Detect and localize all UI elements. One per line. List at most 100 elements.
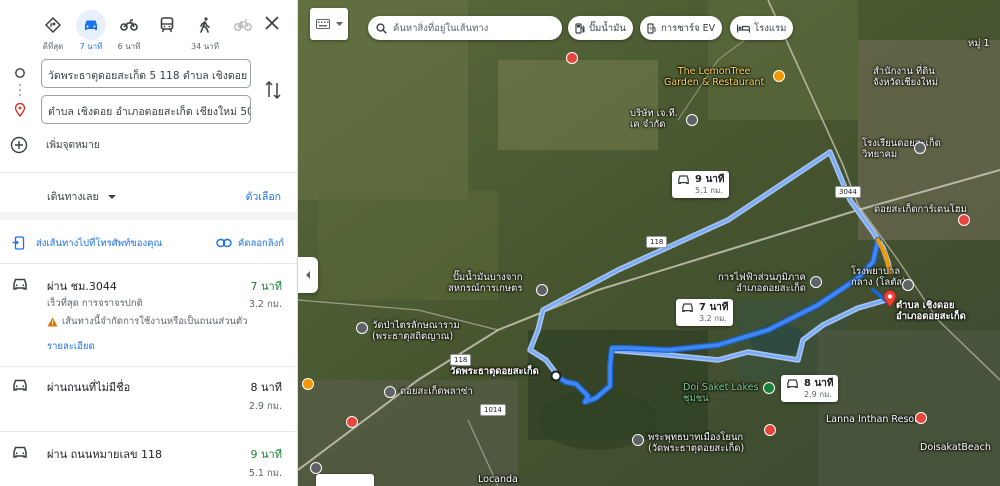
poi-marker[interactable] xyxy=(763,382,775,394)
place-label[interactable]: ปั๊มน้ำมันบางจาก สหกรณ์การเกษตร xyxy=(448,272,522,294)
hotel-icon xyxy=(737,24,750,32)
road-shield: 118 xyxy=(450,354,472,366)
mode-walk-label: 34 นาที xyxy=(191,42,219,51)
mode-transit[interactable] xyxy=(150,10,184,40)
origin-circle-icon xyxy=(15,68,25,78)
walk-icon xyxy=(200,17,210,33)
poi-marker[interactable] xyxy=(914,142,926,154)
place-label[interactable]: Doi Saket Lakes ชุมชน xyxy=(683,382,758,404)
road-shield: 118 xyxy=(646,236,668,248)
place-label[interactable]: พระพุทธบาทเมืองโยนก (วัดพระธาตุดอยสะเก็ด) xyxy=(648,432,744,454)
poi-marker[interactable] xyxy=(958,214,970,226)
close-directions-button[interactable] xyxy=(263,14,281,32)
route-time: 8 นาที xyxy=(250,381,282,394)
chip-hotels[interactable]: โรงแรม xyxy=(730,16,794,40)
route-label-distance: 5.1 กม. xyxy=(695,186,723,195)
mode-bicycle[interactable] xyxy=(226,10,260,40)
place-label[interactable]: Locanda xyxy=(478,474,518,485)
gas-station-icon xyxy=(575,22,585,34)
poi-marker[interactable] xyxy=(915,412,927,424)
car-icon xyxy=(682,303,693,313)
bicycle-icon xyxy=(234,19,252,31)
search-icon xyxy=(376,22,387,34)
link-icon xyxy=(216,238,232,248)
poi-marker[interactable] xyxy=(346,416,358,428)
origin-marker xyxy=(10,63,30,83)
add-destination-button[interactable]: เพิ่มจุดหมาย xyxy=(10,136,100,154)
poi-marker[interactable] xyxy=(686,114,698,126)
poi-marker[interactable] xyxy=(902,279,914,291)
route-label-time: 8 นาที xyxy=(804,378,834,389)
chip-label: โรงแรม xyxy=(754,22,787,34)
poi-marker[interactable] xyxy=(310,462,322,474)
mode-best[interactable]: ดีที่สุด xyxy=(36,10,70,53)
car-icon xyxy=(13,278,27,290)
input-tools-button[interactable] xyxy=(310,8,348,40)
poi-marker[interactable] xyxy=(810,276,822,288)
best-route-icon xyxy=(45,17,61,33)
place-label[interactable]: โรงเรียนดอยสะเก็ด วิทยาคม xyxy=(862,138,941,160)
layers-thumbnail[interactable] xyxy=(316,474,374,486)
place-label[interactable]: การไฟฟ้าส่วนภูมิภาค อำเภอดอยสะเก็ด xyxy=(718,272,806,294)
place-label[interactable]: บริษัท เจ.ที. เค จำกัด xyxy=(630,108,678,130)
poi-marker[interactable] xyxy=(302,378,314,390)
place-label[interactable]: สำนักงาน ที่ดิน จังหวัดเชียงใหม่ xyxy=(873,66,938,88)
swap-endpoints-button[interactable] xyxy=(264,80,282,100)
chip-ev-charging[interactable]: การชาร์จ EV xyxy=(640,16,723,40)
route-label-distance: 3.2 กม. xyxy=(699,314,727,323)
place-label[interactable]: ดอยสะเก็ดพลาซ่า xyxy=(400,386,473,397)
place-label[interactable]: ดอยสะเก็ดการ์เดนโฮม xyxy=(874,204,967,215)
share-row: ส่งเส้นทางไปที่โทรศัพท์ของคุณ คัดลอกลิงก… xyxy=(12,234,284,252)
add-destination-label: เพิ่มจุดหมาย xyxy=(46,139,100,151)
route-label-118[interactable]: 9 นาที 5.1 กม. xyxy=(672,171,730,198)
divider xyxy=(0,263,297,264)
destination-pin-icon xyxy=(14,103,26,117)
poi-marker[interactable] xyxy=(536,284,548,296)
chip-gas-stations[interactable]: ปั๊มน้ำมัน xyxy=(568,16,633,40)
route-option-1[interactable]: ผ่าน ชม.3044 7 นาที เร็วที่สุด การจราจรป… xyxy=(0,277,297,367)
route-option-3[interactable]: ผ่าน ถนนหมายเลข 118 9 นาที 5.1 กม. xyxy=(0,445,297,485)
depart-time-dropdown[interactable]: เดินทางเลย xyxy=(47,188,117,205)
route-details-link[interactable]: รายละเอียด xyxy=(47,339,95,354)
car-icon xyxy=(13,379,27,391)
search-along-route-input[interactable]: ค้นหาสิ่งที่อยู่ในเส้นทาง xyxy=(368,16,562,40)
route-label-unnamed[interactable]: 8 นาที 2.9 กม. xyxy=(781,375,839,402)
mode-motorcycle[interactable]: 6 นาที xyxy=(112,10,146,53)
copy-link-button[interactable]: คัดลอกลิงก์ xyxy=(216,236,284,251)
collapse-panel-button[interactable] xyxy=(298,257,318,293)
destination-label[interactable]: ตำบล เชิงดอย อำเภอดอยสะเก็ด xyxy=(896,300,966,322)
place-label[interactable]: โรงพยาบาล กลาง (โลตัส) xyxy=(851,266,906,288)
map-view[interactable]: ค้นหาสิ่งที่อยู่ในเส้นทาง ปั๊มน้ำมัน การ… xyxy=(298,0,1000,486)
destination-input[interactable]: ตำบล เชิงดอย อำเภอดอยสะเก็ด เชียงใหม่ 50… xyxy=(41,95,251,124)
mode-walk[interactable]: 34 นาที xyxy=(188,10,222,53)
place-label[interactable]: วัดป่าไตรลักษณาราม (พระธาตุสถิตญาณ) xyxy=(372,320,460,342)
route-option-2[interactable]: ผ่านถนนที่ไม่มีชื่อ 8 นาที 2.9 กม. xyxy=(0,378,297,428)
poi-marker[interactable] xyxy=(384,386,396,398)
poi-marker[interactable] xyxy=(773,70,785,82)
poi-marker[interactable] xyxy=(356,322,368,334)
chip-label: การชาร์จ EV xyxy=(661,22,716,34)
options-link[interactable]: ตัวเลือก xyxy=(246,188,281,205)
mode-drive[interactable]: 7 นาที xyxy=(74,10,108,53)
route-label-3044[interactable]: 7 นาที 3.2 กม. xyxy=(676,299,734,326)
place-label[interactable]: DoisakatBeach xyxy=(920,442,991,453)
swap-icon xyxy=(265,80,281,100)
keyboard-icon xyxy=(316,19,330,29)
poi-marker[interactable] xyxy=(632,434,644,446)
origin-label[interactable]: วัดพระธาตุดอยสะเก็ด xyxy=(450,366,539,377)
origin-input[interactable]: วัดพระธาตุดอยสะเก็ด 5 118 ตำบล เชิงดอย อ xyxy=(41,59,251,88)
place-label[interactable]: Lanna Inthan Resort xyxy=(826,414,922,425)
place-label[interactable]: The LemonTree Garden & Restaurant xyxy=(664,66,764,88)
send-to-phone-link[interactable]: ส่งเส้นทางไปที่โทรศัพท์ของคุณ xyxy=(36,236,162,251)
dropdown-arrow-icon xyxy=(107,194,116,199)
poi-marker[interactable] xyxy=(764,424,776,436)
route-warning-text: เส้นทางนี้จำกัดการใช้งานหรือเป็นถนนส่วนต… xyxy=(62,316,248,327)
chip-label: ปั๊มน้ำมัน xyxy=(589,22,626,34)
destination-pin-icon[interactable] xyxy=(883,290,897,308)
road-shield: 1014 xyxy=(480,404,506,416)
ev-charging-icon xyxy=(647,22,656,34)
route-time: 7 นาที xyxy=(250,280,282,293)
divider xyxy=(0,172,297,173)
route-warning: เส้นทางนี้จำกัดการใช้งานหรือเป็นถนนส่วนต… xyxy=(47,314,248,329)
poi-marker[interactable] xyxy=(566,52,578,64)
